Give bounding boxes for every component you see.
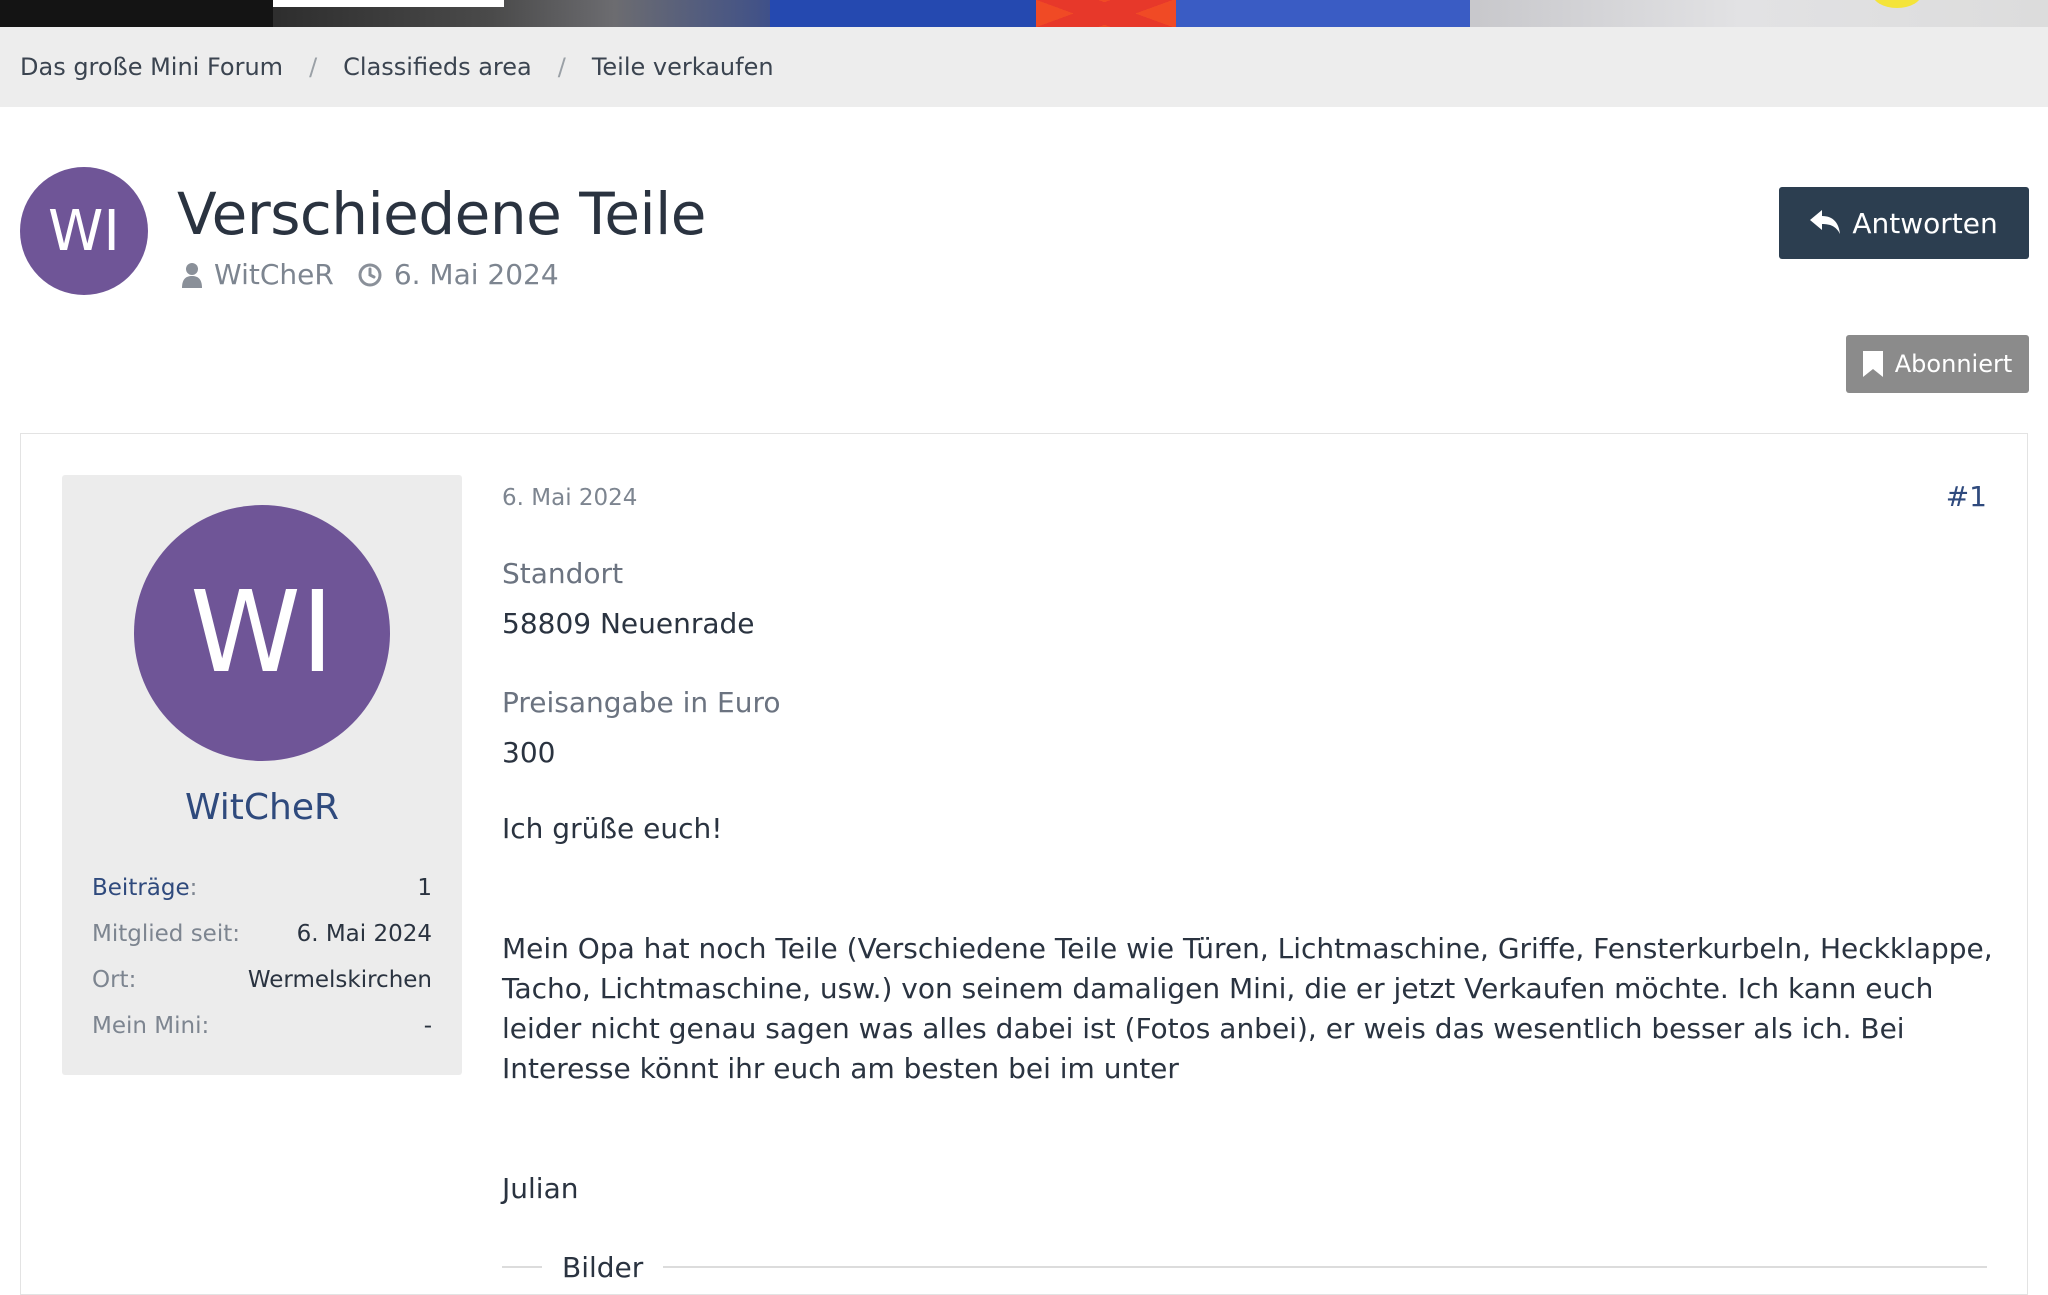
thread-author[interactable]: WitCheR	[182, 258, 334, 291]
price-label: Preisangabe in Euro	[502, 686, 781, 719]
stat-value-member-since: 6. Mai 2024	[296, 921, 432, 947]
breadcrumb: Das große Mini Forum / Classifieds area …	[20, 53, 774, 81]
attachments-heading: Bilder	[562, 1250, 644, 1284]
post-author-stats: Beiträge: 1 Mitglied seit: 6. Mai 2024 O…	[92, 865, 432, 1049]
subscribed-button-label: Abonniert	[1894, 350, 2013, 378]
attachments-divider: Bilder	[502, 1250, 1987, 1284]
divider-line	[502, 1266, 542, 1268]
banner-white-bar	[273, 0, 504, 7]
post-signature: Julian	[502, 1172, 579, 1205]
thread-title: Verschiedene Teile	[177, 180, 706, 248]
post-greeting: Ich grüße euch!	[502, 812, 723, 845]
post-card: WI WitCheR Beiträge: 1 Mitglied seit: 6.…	[20, 433, 2028, 1295]
banner-dark-area	[0, 0, 273, 27]
thread-author-avatar[interactable]: WI	[20, 167, 148, 295]
stat-row-my-mini: Mein Mini: -	[92, 1003, 432, 1049]
reply-button[interactable]: Antworten	[1779, 187, 2029, 259]
clock-icon	[358, 263, 382, 286]
banner-yellow-shape	[1872, 0, 1922, 8]
stat-value-my-mini: -	[423, 1013, 432, 1039]
stat-label-posts[interactable]: Beiträge:	[92, 875, 197, 901]
post-author-sidebar: WI WitCheR Beiträge: 1 Mitglied seit: 6.…	[62, 475, 462, 1075]
breadcrumb-separator: /	[309, 53, 318, 81]
location-value: 58809 Neuenrade	[502, 607, 755, 640]
stat-value-location: Wermelskirchen	[247, 967, 432, 993]
post-author-avatar[interactable]: WI	[134, 505, 390, 761]
stat-value-posts: 1	[417, 875, 432, 901]
post-author-name[interactable]: WitCheR	[62, 787, 462, 828]
banner-union-jack	[770, 0, 1470, 27]
reply-arrow-icon	[1810, 210, 1841, 234]
breadcrumb-separator: /	[557, 53, 566, 81]
thread-date[interactable]: 6. Mai 2024	[358, 258, 559, 291]
location-label: Standort	[502, 557, 624, 590]
post-permalink[interactable]: #1	[1946, 480, 1987, 513]
breadcrumb-item-teile-verkaufen[interactable]: Teile verkaufen	[592, 53, 774, 81]
divider-line	[663, 1266, 1987, 1268]
reply-button-label: Antworten	[1852, 206, 1998, 240]
stat-label-location: Ort:	[92, 967, 137, 993]
user-icon	[182, 262, 202, 288]
thread-meta: WitCheR 6. Mai 2024	[182, 258, 559, 291]
post-date[interactable]: 6. Mai 2024	[502, 485, 637, 511]
stat-label-member-since: Mitglied seit:	[92, 921, 240, 947]
post-message: Mein Opa hat noch Teile (Verschiedene Te…	[502, 932, 1993, 1085]
stat-row-member-since: Mitglied seit: 6. Mai 2024	[92, 911, 432, 957]
price-value: 300	[502, 736, 556, 769]
subscribed-button[interactable]: Abonniert	[1846, 335, 2029, 393]
stat-row-posts: Beiträge: 1	[92, 865, 432, 911]
breadcrumb-item-classifieds[interactable]: Classifieds area	[343, 53, 532, 81]
header-banner-image	[0, 0, 2048, 27]
stat-label-my-mini: Mein Mini:	[92, 1013, 210, 1039]
thread-author-name: WitCheR	[214, 258, 334, 291]
thread-date-text: 6. Mai 2024	[393, 258, 559, 291]
bookmark-icon	[1862, 351, 1883, 377]
breadcrumb-item-forum[interactable]: Das große Mini Forum	[20, 53, 283, 81]
breadcrumb-bar: Das große Mini Forum / Classifieds area …	[0, 27, 2048, 107]
stat-row-location: Ort: Wermelskirchen	[92, 957, 432, 1003]
